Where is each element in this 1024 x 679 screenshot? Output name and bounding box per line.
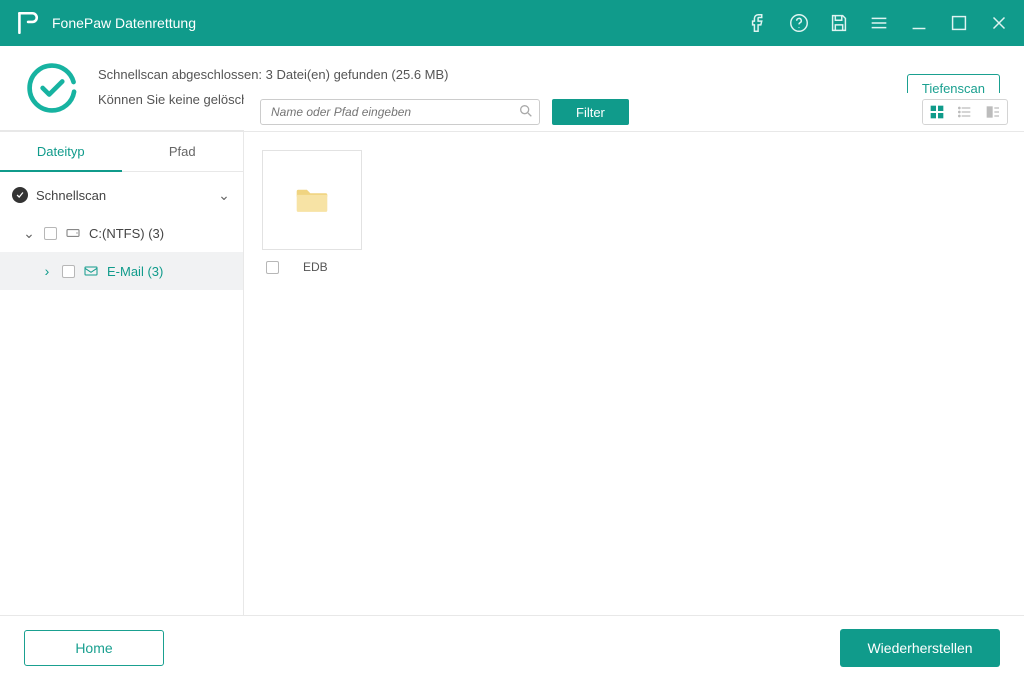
tree-node-label: E-Mail (3): [107, 264, 163, 279]
view-list-button[interactable]: [951, 100, 979, 124]
sidebar: Dateityp Pfad Schnellscan ⌄ ⌄ C:(NTFS) (…: [0, 131, 244, 615]
menu-icon[interactable]: [868, 12, 890, 34]
content-area: Filter EDB: [244, 131, 1024, 615]
chevron-right-icon: ›: [40, 263, 54, 279]
search-input[interactable]: [260, 99, 540, 125]
check-badge-icon: [12, 187, 28, 203]
scan-status-text: Schnellscan abgeschlossen: 3 Datei(en) g…: [98, 63, 907, 88]
file-tree: Schnellscan ⌄ ⌄ C:(NTFS) (3) › E-Mail (3…: [0, 172, 243, 290]
app-logo: [14, 10, 40, 36]
minimize-icon[interactable]: [908, 12, 930, 34]
recover-button[interactable]: Wiederherstellen: [840, 629, 1000, 667]
checkbox[interactable]: [266, 261, 279, 274]
search-icon: [518, 103, 534, 119]
tab-filetype[interactable]: Dateityp: [0, 132, 122, 172]
facebook-icon[interactable]: [748, 12, 770, 34]
checkbox[interactable]: [62, 265, 75, 278]
drive-icon: [65, 225, 81, 241]
help-icon[interactable]: [788, 12, 810, 34]
view-toggle: [922, 99, 1008, 125]
checkmark-icon: [24, 60, 80, 116]
view-detail-button[interactable]: [979, 100, 1007, 124]
results-grid: EDB: [244, 132, 1024, 615]
item-label: EDB: [303, 260, 328, 274]
chevron-down-icon: ⌄: [22, 225, 36, 242]
content-toolbar: Filter: [244, 93, 1024, 132]
footer: Home Wiederherstellen: [0, 615, 1024, 679]
maximize-icon[interactable]: [948, 12, 970, 34]
close-icon[interactable]: [988, 12, 1010, 34]
view-grid-button[interactable]: [923, 100, 951, 124]
chevron-down-icon: ⌄: [217, 187, 231, 204]
tree-node-drive[interactable]: ⌄ C:(NTFS) (3): [0, 214, 243, 252]
tree-node-label: C:(NTFS) (3): [89, 226, 164, 241]
tree-node-email[interactable]: › E-Mail (3): [0, 252, 243, 290]
folder-icon: [295, 186, 329, 214]
result-item[interactable]: EDB: [262, 150, 382, 274]
home-button[interactable]: Home: [24, 630, 164, 666]
save-icon[interactable]: [828, 12, 850, 34]
checkbox[interactable]: [44, 227, 57, 240]
app-title: FonePaw Datenrettung: [52, 15, 748, 31]
filter-button[interactable]: Filter: [552, 99, 629, 125]
tab-path[interactable]: Pfad: [122, 132, 244, 172]
tree-section-quickscan[interactable]: Schnellscan ⌄: [0, 176, 243, 214]
tree-section-label: Schnellscan: [36, 188, 209, 203]
title-bar: FonePaw Datenrettung: [0, 0, 1024, 46]
folder-thumbnail[interactable]: [262, 150, 362, 250]
email-icon: [83, 263, 99, 279]
